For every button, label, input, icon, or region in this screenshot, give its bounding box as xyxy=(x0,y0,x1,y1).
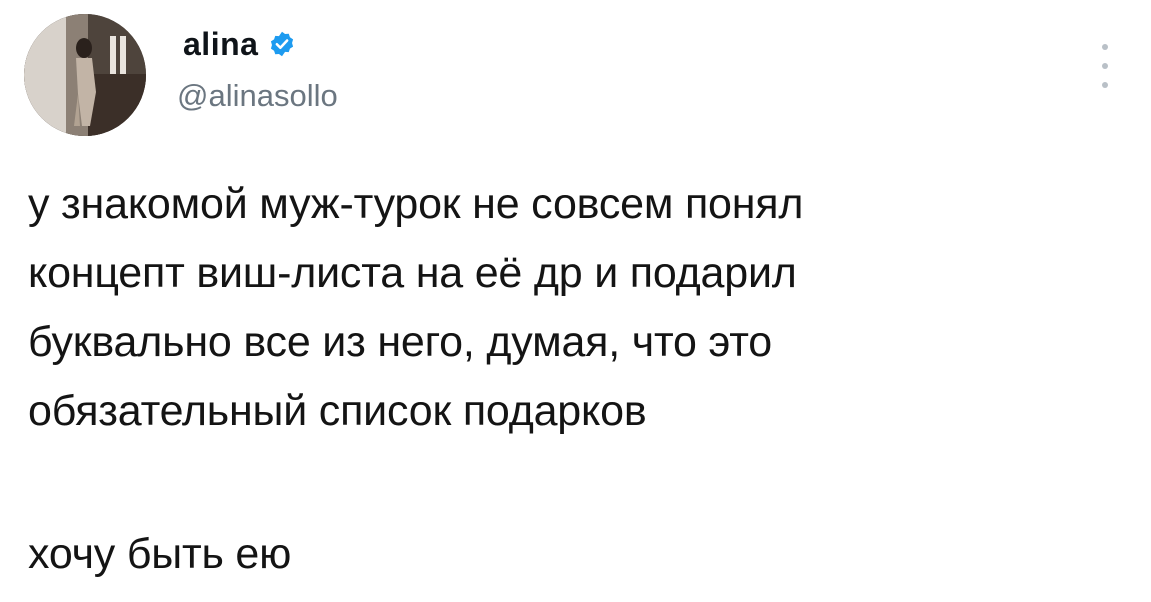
tweet-text-line: у знакомой муж-турок не совсем понял xyxy=(28,180,804,228)
more-dot xyxy=(1102,82,1108,88)
tweet-text-line: обязательный список подарков xyxy=(28,387,647,435)
tweet-text-line: буквально все из него, думая, что это xyxy=(28,318,772,366)
author-display-name[interactable]: alina xyxy=(183,28,296,60)
tweet-body: у знакомой муж-турок не совсем понял кон… xyxy=(28,170,1088,446)
display-name-text: alina xyxy=(183,26,259,62)
more-vertical-icon[interactable] xyxy=(1096,44,1114,88)
avatar[interactable] xyxy=(24,14,146,136)
tweet-final-line: хочу быть ею xyxy=(28,530,292,578)
more-dot xyxy=(1102,44,1108,50)
avatar-photo xyxy=(24,14,146,136)
more-dot xyxy=(1102,63,1108,69)
tweet-text-line: концепт виш-листа на её др и подарил xyxy=(28,249,797,297)
verified-badge-icon xyxy=(268,30,296,58)
author-handle[interactable]: @alinasollo xyxy=(177,80,338,111)
tweet-card: alina @alinasollo у знакомой муж-турок н… xyxy=(0,0,1151,602)
